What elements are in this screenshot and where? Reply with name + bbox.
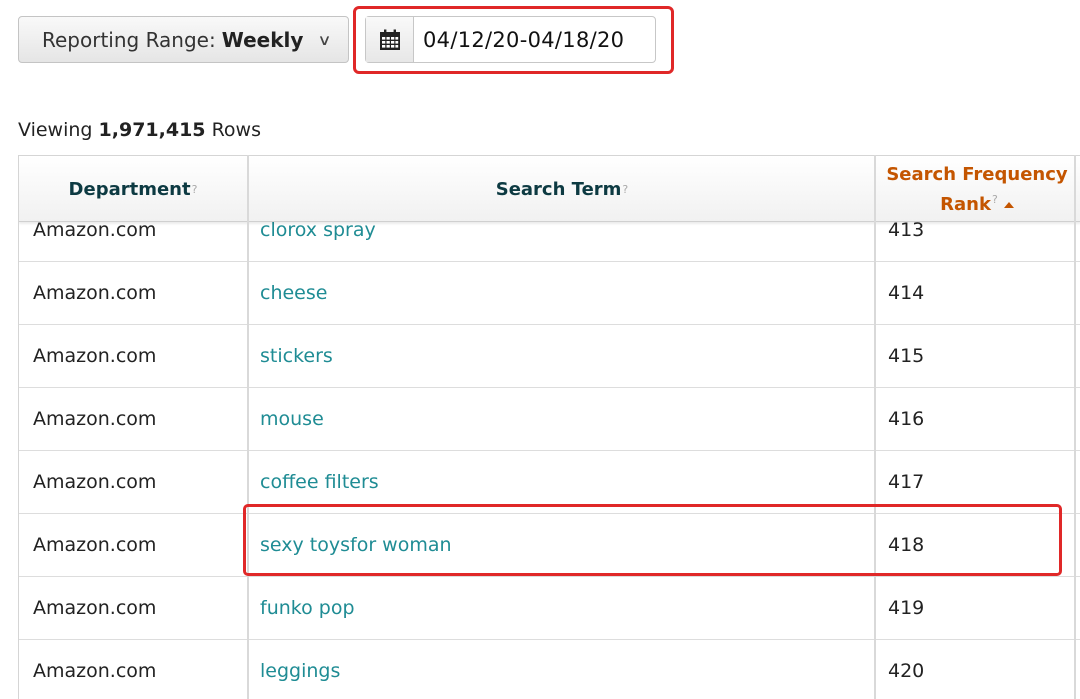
search-terms-table: Amazon.com clorox spray 413 Amazon.com c… xyxy=(18,155,1080,699)
chevron-down-icon: ∨ xyxy=(317,30,333,49)
reporting-range-value: Weekly xyxy=(221,27,304,52)
date-range-highlight xyxy=(353,6,674,74)
help-icon[interactable]: ? xyxy=(622,183,628,196)
rank-cell: 419 xyxy=(888,597,925,619)
column-header-search-term[interactable]: Search Term? xyxy=(249,156,875,222)
table-row: Amazon.com funko pop 419 xyxy=(19,577,1080,640)
department-cell: Amazon.com xyxy=(33,345,157,367)
search-term-link[interactable]: leggings xyxy=(260,640,340,699)
column-header-department[interactable]: Department? xyxy=(19,156,247,222)
table-header: Department? Search Term? Search Frequenc… xyxy=(19,155,1080,222)
rank-cell: 415 xyxy=(888,345,925,367)
rank-cell: 414 xyxy=(888,282,925,304)
search-term-link[interactable]: cheese xyxy=(260,262,327,324)
help-icon[interactable]: ? xyxy=(192,183,198,196)
row-highlight xyxy=(243,504,1062,576)
row-count-summary: Viewing 1,971,415 Rows xyxy=(18,119,261,141)
column-divider xyxy=(874,155,876,699)
rank-cell: 416 xyxy=(888,408,925,430)
help-icon[interactable]: ? xyxy=(992,193,998,206)
column-header-search-frequency-rank[interactable]: Search Frequency Rank? xyxy=(877,156,1077,222)
department-cell: Amazon.com xyxy=(33,408,157,430)
reporting-range-label: Reporting Range: xyxy=(42,27,216,52)
department-cell: Amazon.com xyxy=(33,660,157,682)
table-row: Amazon.com mouse 416 xyxy=(19,388,1080,451)
department-cell: Amazon.com xyxy=(33,597,157,619)
table-row: Amazon.com stickers 415 xyxy=(19,325,1080,388)
column-divider xyxy=(1074,155,1076,699)
reporting-range-dropdown[interactable]: Reporting Range: Weekly ∨ xyxy=(18,16,349,63)
department-cell: Amazon.com xyxy=(33,282,157,304)
department-cell: Amazon.com xyxy=(33,471,157,493)
search-term-link[interactable]: mouse xyxy=(260,388,324,450)
row-count: 1,971,415 xyxy=(98,119,206,141)
sort-ascending-icon xyxy=(1003,201,1014,208)
search-term-link[interactable]: stickers xyxy=(260,325,333,387)
search-term-link[interactable]: funko pop xyxy=(260,577,355,639)
rank-cell: 420 xyxy=(888,660,925,682)
table-row: Amazon.com leggings 420 xyxy=(19,640,1080,699)
column-divider xyxy=(247,155,249,699)
department-cell: Amazon.com xyxy=(33,534,157,556)
table-row: Amazon.com cheese 414 xyxy=(19,262,1080,325)
